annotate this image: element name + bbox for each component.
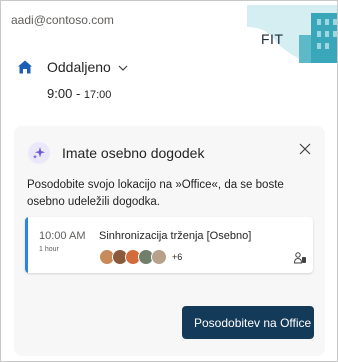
- location-panel: aadi@contoso.com FIT Oddaljeno 9:00 - 17…: [0, 0, 338, 362]
- more-attendees-count: +6: [172, 252, 183, 262]
- building-badge: FIT: [247, 5, 337, 63]
- building-label: FIT: [261, 31, 284, 47]
- event-item[interactable]: 10:00 AM 1 hour Sinhronizacija trženja […: [25, 217, 313, 273]
- work-location-dropdown[interactable]: Oddaljeno: [17, 57, 129, 77]
- chevron-down-icon: [118, 65, 128, 71]
- account-email: aadi@contoso.com: [11, 13, 114, 27]
- event-time: 10:00 AM: [39, 230, 86, 242]
- working-hours: 9:00 - 17:00: [47, 86, 111, 101]
- card-message: Posodobite svojo lokacijo na »Office«, d…: [27, 179, 284, 208]
- hours-start: 9:00: [47, 86, 73, 101]
- avatar: [151, 249, 167, 265]
- card-title: Imate osebno dogodek: [62, 145, 205, 161]
- close-icon[interactable]: [299, 143, 311, 155]
- hours-separator: -: [75, 86, 84, 101]
- event-title: Sinhronizacija trženja [Osebno]: [99, 230, 252, 242]
- update-to-office-button[interactable]: Posodobitev na Office: [182, 306, 314, 339]
- in-person-event-card: Imate osebno dogodek Posodobite svojo lo…: [14, 126, 325, 356]
- home-icon: [18, 60, 32, 74]
- attendee-list: +6: [99, 249, 182, 265]
- work-location-label: Oddaljeno: [47, 59, 111, 75]
- hours-end: 17:00: [83, 89, 112, 101]
- people-icon: [293, 252, 306, 264]
- event-accent-bar: [25, 217, 28, 273]
- sparkle-icon: [28, 142, 50, 164]
- card-header: Imate osebno dogodek: [28, 142, 204, 164]
- event-duration: 1 hour: [39, 246, 59, 253]
